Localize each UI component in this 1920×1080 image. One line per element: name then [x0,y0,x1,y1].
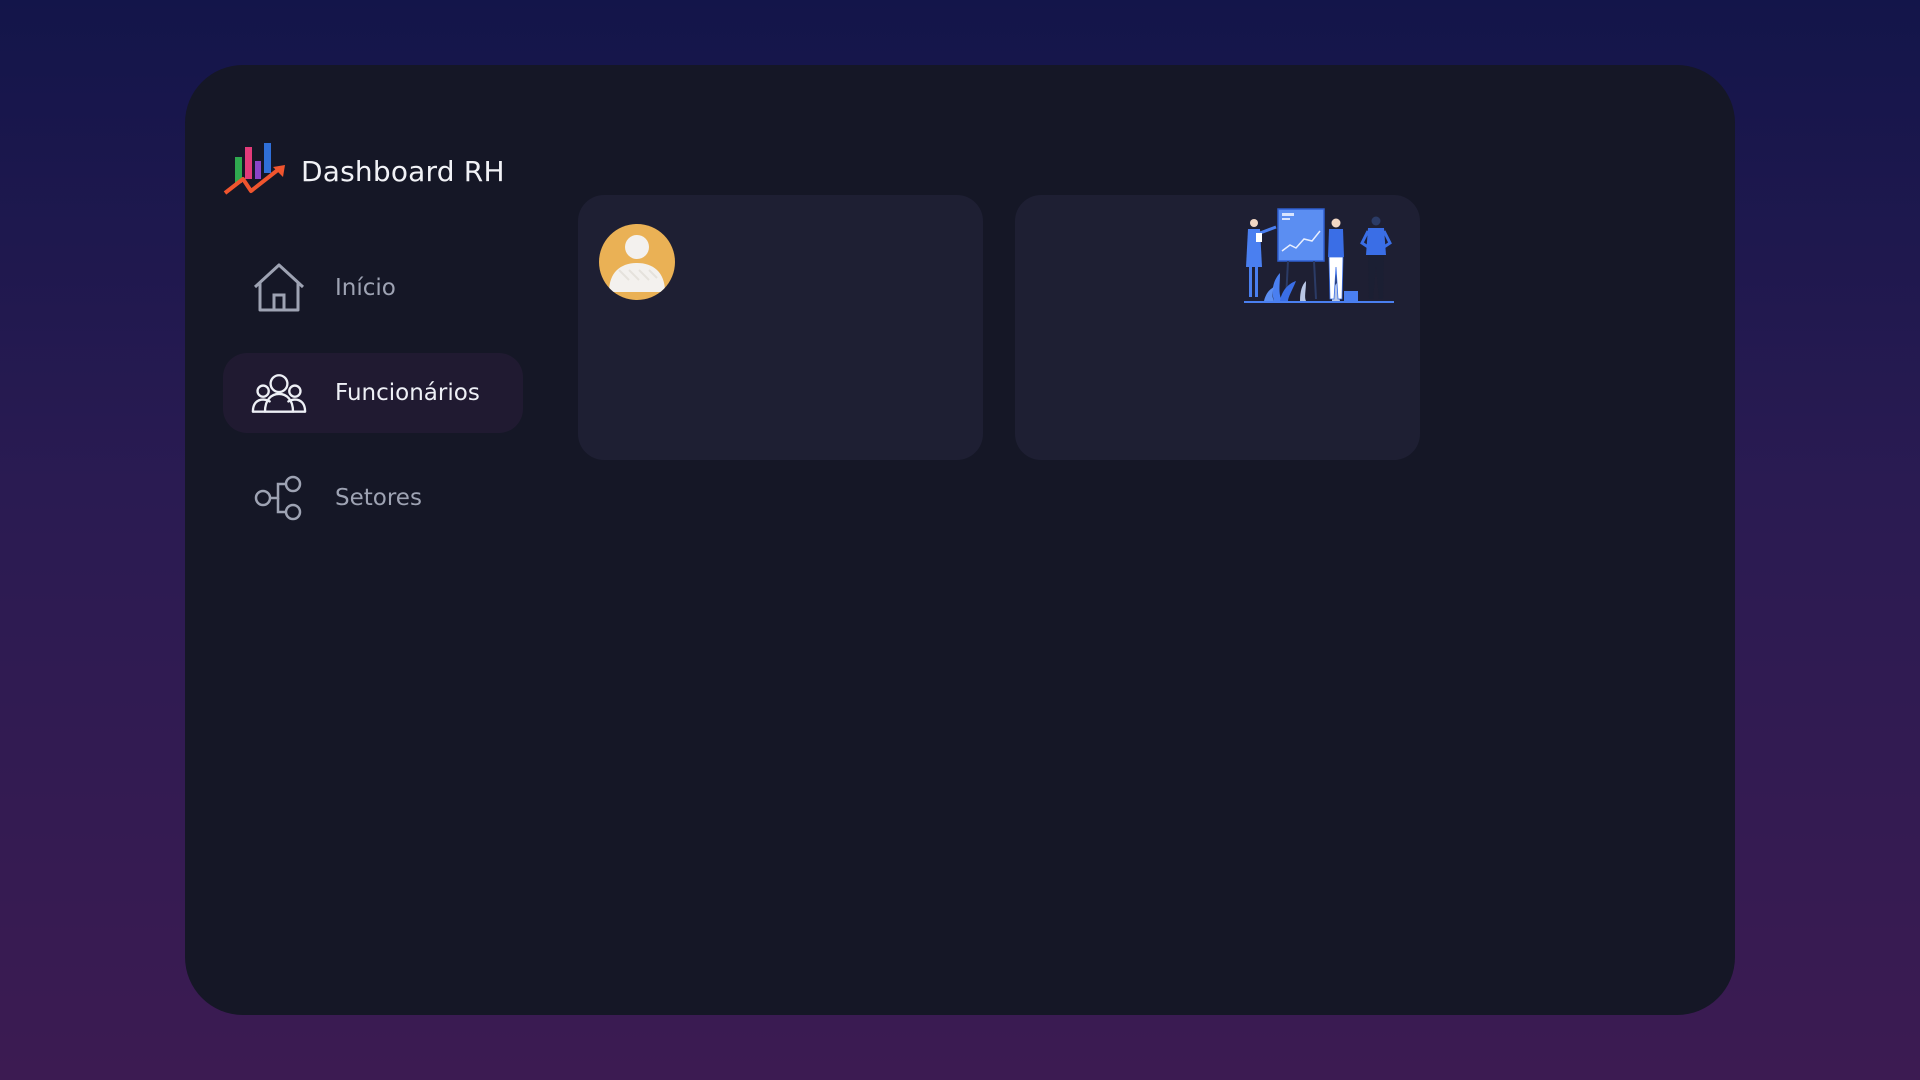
users-icon [251,365,307,421]
sidebar-item-funcionarios[interactable]: Funcionários [223,353,523,433]
bar-chart-logo-icon [223,143,285,195]
home-icon [251,260,307,316]
team-presentation-illustration [1244,208,1394,303]
sidebar-item-label: Funcionários [335,380,480,406]
sidebar-item-setores[interactable]: Setores [223,458,523,538]
team-card[interactable] [1015,195,1420,460]
sidebar-nav: Início Funcionários Setores [223,248,523,563]
sidebar-item-inicio[interactable]: Início [223,248,523,328]
app-window: Dashboard RH Início Funcionários Setores [185,65,1735,1015]
share-nodes-icon [251,470,307,526]
sidebar-item-label: Setores [335,485,422,511]
employee-card[interactable] [578,195,983,460]
brand[interactable]: Dashboard RH [223,143,505,199]
app-title: Dashboard RH [301,154,505,188]
sidebar-item-label: Início [335,275,396,301]
user-avatar-icon [599,224,675,300]
